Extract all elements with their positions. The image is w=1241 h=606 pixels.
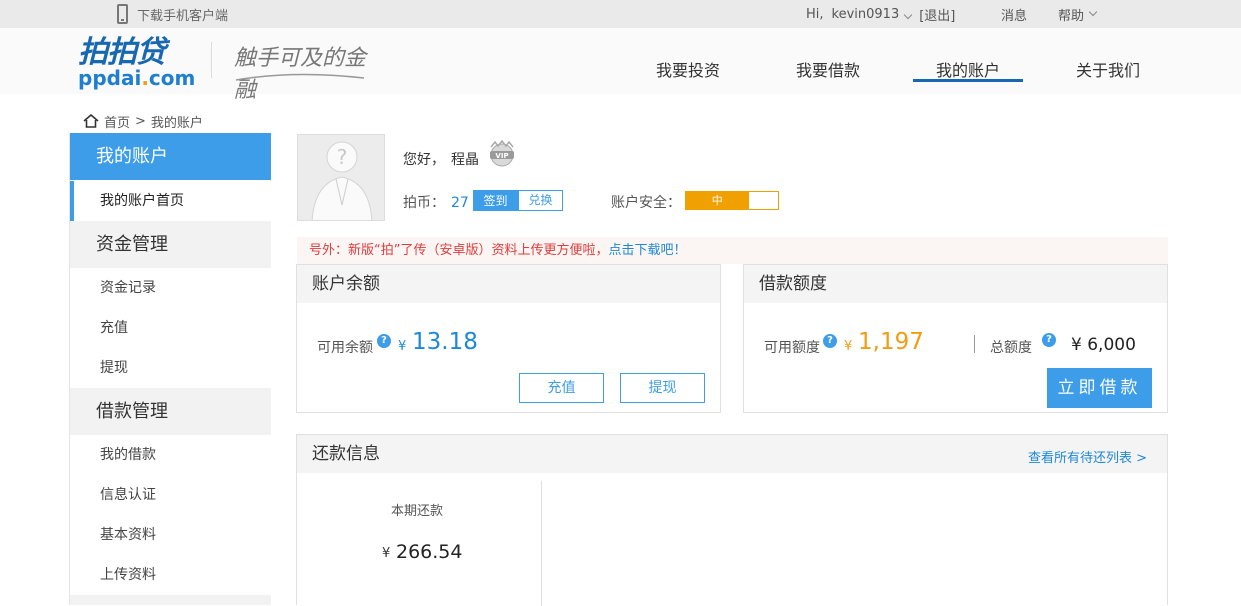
username-menu[interactable]: kevin0913 xyxy=(831,6,913,22)
repayment-divider xyxy=(541,481,542,606)
breadcrumb-separator: > xyxy=(135,113,146,129)
available-balance-label: 可用余额 xyxy=(317,340,373,356)
messages-link[interactable]: 消息 xyxy=(1001,0,1027,28)
slogan-swoosh xyxy=(235,73,365,81)
sidebar-item-basic-info[interactable]: 基本资料 xyxy=(70,515,271,555)
coins-value: 27 xyxy=(451,195,469,211)
balance-panel-title: 账户余额 xyxy=(297,265,720,303)
security-level: 中 xyxy=(686,192,749,209)
greeting-prefix: Hi, xyxy=(806,6,824,22)
security-label: 账户安全： xyxy=(611,195,681,211)
repayment-panel: 还款信息 查看所有待还列表 > 本期还款 ¥ 266.54 xyxy=(296,434,1168,606)
security-meter: 中 xyxy=(685,191,779,210)
site-header: 拍拍贷 ppdai.com 触手可及的金融 xyxy=(0,28,1241,103)
slogan: 触手可及的金融 xyxy=(234,40,366,103)
total-credit-label: 总额度 xyxy=(990,340,1032,356)
logout-link[interactable]: [退出] xyxy=(919,5,955,24)
download-app-link[interactable]: 下载手机客户端 xyxy=(117,0,228,28)
notice-banner: 号外：新版“拍”了传（安卓版）资料上传更方便啦，点击下载吧！ xyxy=(297,237,1168,264)
credit-panel: 借款额度 可用额度 ? ¥ 1,197 总额度 ? ¥ 6,000 立即借款 xyxy=(743,264,1168,413)
sidebar-section-my-account[interactable]: 我的账户 xyxy=(70,133,271,180)
coins-label: 拍币： xyxy=(403,195,445,211)
nav-active-indicator xyxy=(913,79,1023,82)
user-name: 程晶 xyxy=(451,152,479,168)
credit-divider xyxy=(974,335,975,353)
chevron-down-icon xyxy=(903,10,913,19)
user-greeting: Hi, kevin0913 [退出] xyxy=(806,0,955,28)
current-repayment-amount: 266.54 xyxy=(396,541,463,563)
avatar[interactable]: ? xyxy=(297,134,385,221)
nav-borrow[interactable]: 我要借款 xyxy=(796,57,860,81)
view-all-repayments-link[interactable]: 查看所有待还列表 > xyxy=(1028,447,1147,466)
help-question-icon[interactable]: ? xyxy=(1042,333,1056,347)
home-icon xyxy=(83,114,99,128)
notice-text: 号外：新版“拍”了传（安卓版）资料上传更方便啦， xyxy=(309,243,609,258)
svg-text:?: ? xyxy=(337,145,348,169)
available-credit-label: 可用额度 xyxy=(764,340,820,356)
borrow-now-button[interactable]: 立即借款 xyxy=(1047,368,1152,408)
sidebar-section-funds[interactable]: 资金管理 xyxy=(70,221,271,268)
sidebar-next-section xyxy=(70,595,271,605)
total-credit-amount: ¥ 6,000 xyxy=(1071,335,1136,355)
download-app-label: 下载手机客户端 xyxy=(137,8,229,24)
exchange-button[interactable]: 兑换 xyxy=(518,190,563,211)
balance-panel: 账户余额 可用余额 ? ¥ 13.18 充值 提现 xyxy=(296,264,721,413)
sidebar-item-upload-docs[interactable]: 上传资料 xyxy=(70,555,271,595)
breadcrumb-home[interactable]: 首页 xyxy=(104,112,130,131)
repayment-currency: ¥ xyxy=(382,546,391,561)
profile-greeting: 您好， 程晶 xyxy=(403,149,479,169)
sidebar: 我的账户 我的账户首页 资金管理 资金记录 充值 提现 借款管理 我的借款 信息… xyxy=(69,133,271,605)
chevron-down-icon xyxy=(1088,7,1098,17)
vip-badge-icon[interactable]: VIP xyxy=(486,138,518,170)
withdraw-button[interactable]: 提现 xyxy=(620,373,705,403)
phone-icon xyxy=(117,4,128,24)
available-credit-amount: 1,197 xyxy=(858,329,924,355)
greeting-text: 您好， xyxy=(403,152,445,168)
coins-info: 拍币： 27 xyxy=(403,192,469,212)
nav-invest[interactable]: 我要投资 xyxy=(656,57,720,81)
svg-text:VIP: VIP xyxy=(495,152,508,160)
sidebar-item-withdraw[interactable]: 提现 xyxy=(70,348,271,388)
sidebar-item-fund-records[interactable]: 资金记录 xyxy=(70,268,271,308)
sign-in-button[interactable]: 签到 xyxy=(473,190,518,211)
help-menu[interactable]: 帮助 xyxy=(1058,0,1098,28)
available-balance-amount: 13.18 xyxy=(412,329,478,355)
sidebar-item-account-home[interactable]: 我的账户首页 xyxy=(70,181,271,221)
default-avatar-icon: ? xyxy=(298,135,384,220)
breadcrumb: 首页 > 我的账户 xyxy=(83,112,203,131)
sidebar-item-my-loans[interactable]: 我的借款 xyxy=(70,435,271,475)
notice-download-link[interactable]: 点击下载吧！ xyxy=(608,243,686,258)
help-label: 帮助 xyxy=(1058,8,1085,24)
balance-currency: ¥ xyxy=(398,339,407,354)
ppdai-logo[interactable]: 拍拍贷 ppdai.com xyxy=(78,35,196,90)
sidebar-item-verification[interactable]: 信息认证 xyxy=(70,475,271,515)
help-question-icon[interactable]: ? xyxy=(823,334,837,348)
sidebar-section-loans[interactable]: 借款管理 xyxy=(70,388,271,435)
logo-cn: 拍拍贷 xyxy=(78,35,166,70)
recharge-button[interactable]: 充值 xyxy=(519,373,604,403)
sidebar-item-recharge[interactable]: 充值 xyxy=(70,308,271,348)
current-period-label: 本期还款 xyxy=(391,504,444,519)
nav-my-account[interactable]: 我的账户 xyxy=(936,57,1000,81)
nav-about-us[interactable]: 关于我们 xyxy=(1076,57,1140,81)
breadcrumb-current: 我的账户 xyxy=(150,115,203,131)
help-question-icon[interactable]: ? xyxy=(377,334,391,348)
logo-en: ppdai.com xyxy=(78,66,196,90)
credit-currency: ¥ xyxy=(844,339,853,354)
credit-panel-title: 借款额度 xyxy=(744,265,1167,303)
logo-divider xyxy=(211,42,212,78)
top-bar: 下载手机客户端 Hi, kevin0913 [退出] 消息 帮助 xyxy=(0,0,1241,28)
username: kevin0913 xyxy=(831,6,900,22)
